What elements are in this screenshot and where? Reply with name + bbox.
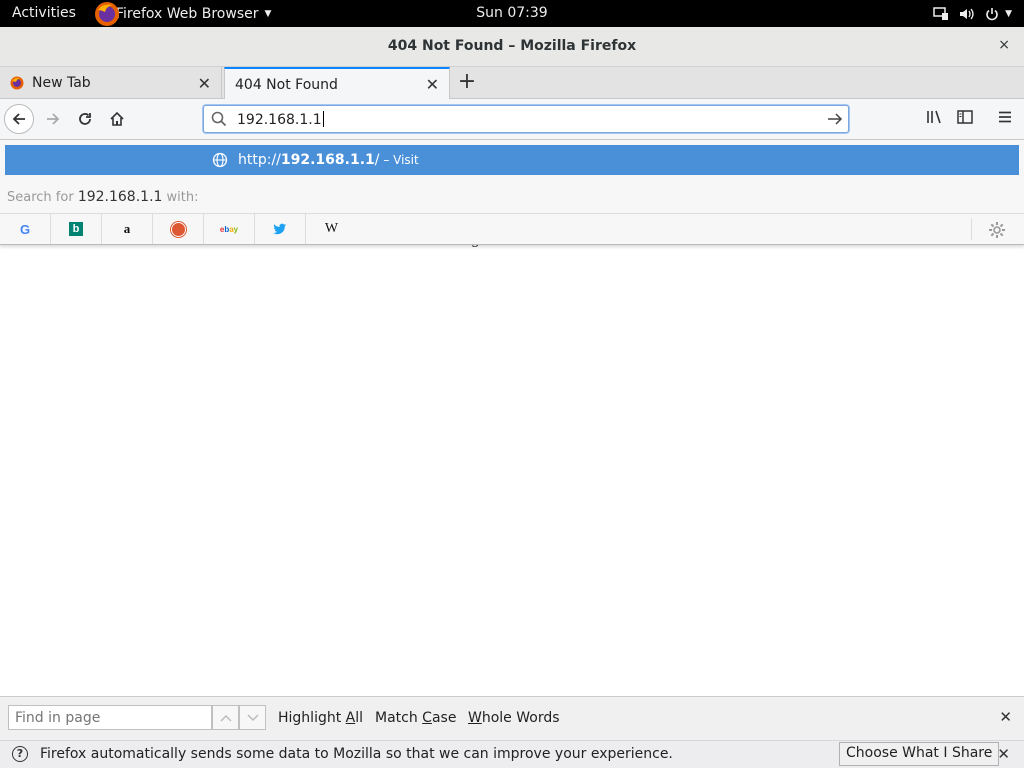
forward-arrow-icon — [47, 113, 60, 125]
activities-button[interactable]: Activities — [12, 5, 76, 21]
help-question-icon: ? — [12, 746, 28, 762]
google-icon: G — [19, 221, 31, 237]
search-icon — [211, 111, 227, 127]
search-with-text: with: — [162, 190, 199, 205]
system-top-bar: Activities Firefox Web Browser ▼ Sun 07:… — [0, 0, 1024, 27]
url-bar[interactable]: 192.168.1.1 — [203, 105, 849, 133]
bing-icon: b — [69, 222, 83, 236]
window-title: 404 Not Found – Mozilla Firefox — [387, 38, 637, 54]
tray-dropdown-icon: ▼ — [1005, 8, 1012, 19]
url-value: 192.168.1.1 — [237, 112, 322, 128]
duckduckgo-icon — [170, 221, 186, 237]
find-bar: Highlight All Match Case Whole Words ✕ — [0, 696, 1024, 740]
engine-separator — [971, 218, 972, 240]
search-with-label: Search for 192.168.1.1 with: — [7, 189, 199, 205]
text-caret — [322, 111, 324, 127]
find-bar-close-icon[interactable]: ✕ — [999, 708, 1012, 726]
window-titlebar: 404 Not Found – Mozilla Firefox × — [0, 27, 1024, 67]
dropdown-arrow-icon: ▼ — [264, 8, 272, 19]
suggestion-url-prefix: http:// — [238, 152, 281, 168]
tab-new-tab[interactable]: New Tab ✕ — [0, 67, 222, 99]
notification-message: Firefox automatically sends some data to… — [40, 746, 673, 762]
choose-what-i-share-button[interactable]: Choose What I Share — [839, 742, 1000, 766]
chevron-up-icon — [219, 714, 232, 722]
match-case-toggle[interactable]: Match Case — [375, 710, 456, 726]
ebay-icon: ebay — [219, 224, 239, 234]
network-icon — [933, 6, 949, 20]
tab-404-not-found[interactable]: 404 Not Found ✕ — [224, 67, 450, 100]
highlight-all-text-end: ll — [355, 710, 364, 726]
reload-button[interactable] — [70, 104, 100, 134]
app-name: Firefox Web Browser — [116, 5, 259, 22]
home-icon — [110, 111, 124, 126]
new-tab-button[interactable]: + — [456, 71, 478, 93]
hamburger-menu-icon[interactable] — [996, 108, 1014, 126]
back-arrow-icon — [12, 113, 25, 125]
duckduckgo-engine-button[interactable] — [153, 214, 204, 244]
back-button[interactable] — [4, 104, 34, 134]
power-icon — [986, 7, 998, 20]
search-for-text: Search for — [7, 190, 78, 205]
notification-close-icon[interactable]: ✕ — [997, 745, 1010, 763]
navigation-toolbar: 192.168.1.1 — [0, 99, 1024, 140]
amazon-engine-button[interactable]: a — [102, 214, 153, 244]
tab-label: New Tab — [32, 75, 91, 91]
home-button[interactable] — [102, 104, 132, 134]
library-icon[interactable] — [925, 108, 943, 126]
twitter-icon — [273, 223, 286, 235]
forward-button[interactable] — [38, 104, 68, 134]
telemetry-notification-bar: ? Firefox automatically sends some data … — [0, 740, 1024, 768]
amazon-icon: a — [123, 221, 131, 236]
find-previous-button[interactable] — [212, 705, 239, 730]
window-close-icon[interactable]: × — [998, 37, 1010, 53]
highlight-all-accesskey: A — [345, 710, 356, 726]
suggestion-url-host: 192.168.1.1 — [280, 152, 375, 168]
whole-words-text: hole Words — [481, 710, 560, 726]
reload-icon — [79, 113, 91, 125]
system-tray[interactable]: ▼ — [933, 0, 1012, 27]
match-case-text: Match — [375, 710, 423, 726]
match-case-accesskey: C — [422, 710, 432, 726]
autocomplete-suggestion-visit[interactable]: http://192.168.1.1/ – Visit — [5, 145, 1019, 175]
page-content: nginx/1.22.1 — [0, 238, 1024, 696]
volume-icon — [960, 8, 974, 19]
highlight-all-toggle[interactable]: Highlight All — [278, 710, 363, 726]
tab-close-icon[interactable]: ✕ — [426, 75, 439, 94]
wikipedia-icon: W — [324, 221, 339, 236]
find-in-page-input[interactable] — [8, 705, 212, 730]
firefox-logo-icon — [95, 1, 119, 26]
chevron-down-icon — [246, 713, 259, 721]
google-engine-button[interactable]: G — [0, 214, 51, 244]
search-engine-row: G b a ebay W — [0, 213, 1024, 245]
tab-label: 404 Not Found — [235, 76, 338, 93]
wikipedia-engine-button[interactable]: W — [306, 214, 357, 244]
tab-strip: New Tab ✕ 404 Not Found ✕ + — [0, 67, 1024, 100]
match-case-text-end: ase — [431, 710, 457, 726]
tab-close-icon[interactable]: ✕ — [198, 74, 211, 93]
suggestion-action: – Visit — [379, 153, 419, 167]
bing-engine-button[interactable]: b — [51, 214, 102, 244]
suggestion-url: http://192.168.1.1/ – Visit — [238, 152, 419, 168]
find-next-button[interactable] — [239, 705, 266, 730]
search-query: 192.168.1.1 — [77, 189, 163, 205]
twitter-engine-button[interactable] — [255, 214, 306, 244]
globe-icon — [212, 152, 228, 168]
whole-words-toggle[interactable]: Whole Words — [468, 710, 560, 726]
url-input[interactable]: 192.168.1.1 — [237, 111, 324, 128]
url-autocomplete-popup: http://192.168.1.1/ – Visit Search for 1… — [0, 140, 1024, 245]
firefox-favicon-icon — [10, 76, 24, 90]
ebay-engine-button[interactable]: ebay — [204, 214, 255, 244]
gear-icon[interactable] — [988, 221, 1006, 239]
app-menu[interactable]: Firefox Web Browser ▼ — [95, 0, 272, 27]
whole-words-accesskey: W — [468, 710, 482, 726]
sidebar-toggle-icon[interactable] — [956, 108, 974, 126]
go-arrow-icon[interactable] — [826, 110, 844, 128]
highlight-all-text: Highlight — [278, 710, 346, 726]
